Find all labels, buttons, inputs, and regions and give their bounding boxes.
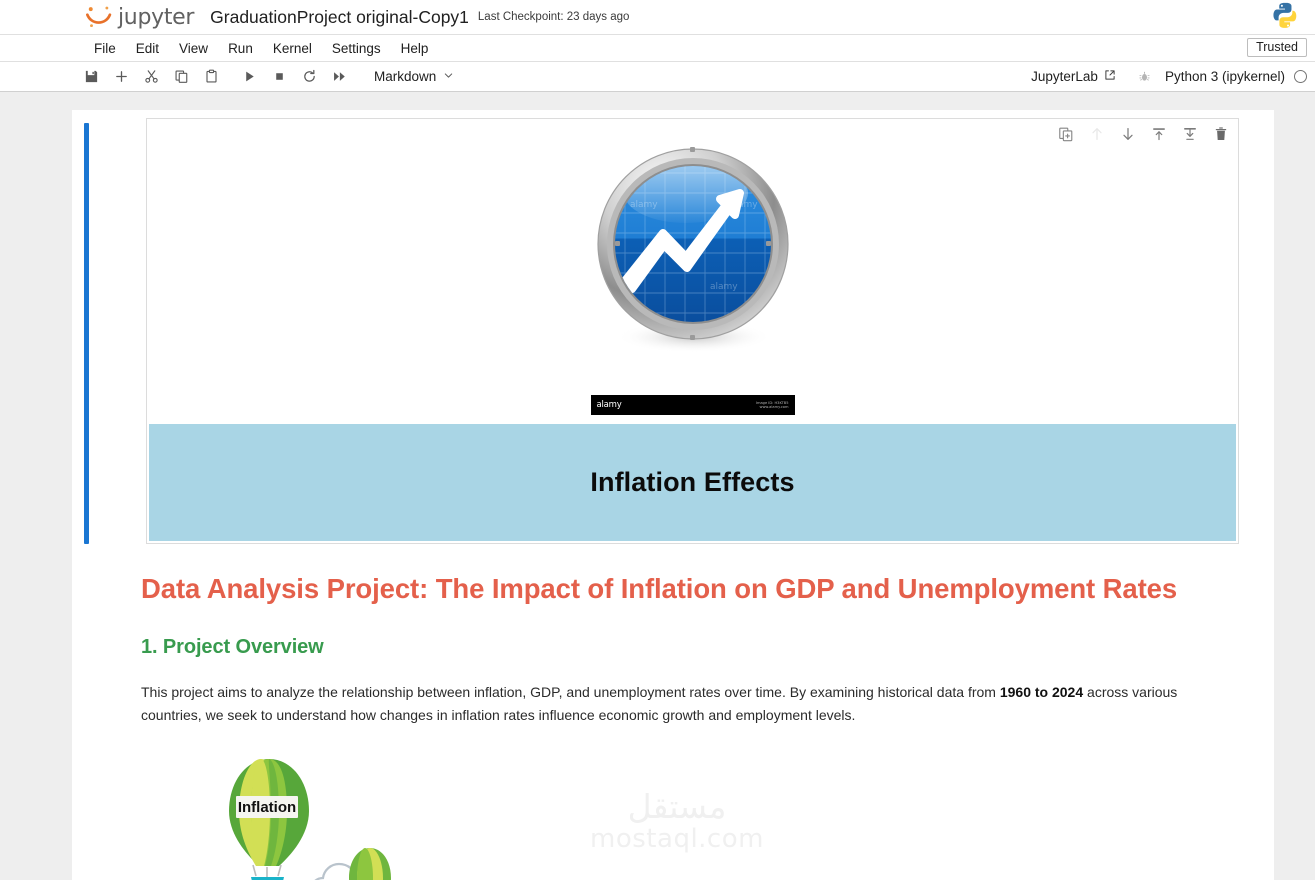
balloon-label: Inflation (238, 799, 296, 816)
kernel-idle-circle-icon[interactable] (1294, 70, 1307, 83)
paste-icon[interactable] (198, 65, 224, 89)
duplicate-cell-icon[interactable] (1056, 124, 1075, 143)
python-logo-icon (1271, 1, 1299, 34)
cut-icon[interactable] (138, 65, 164, 89)
notebook-toolbar: Markdown JupyterLab Python 3 (ipykernel) (0, 62, 1315, 92)
section-heading-project-overview: 1. Project Overview (141, 636, 324, 659)
cell-body[interactable]: alamy alamy alamy alamy Image ID: H3KTB5… (146, 118, 1239, 544)
stock-chart-arrow-icon: alamy alamy alamy (568, 137, 818, 392)
menu-item-help[interactable]: Help (391, 38, 439, 59)
menu-item-view[interactable]: View (169, 38, 218, 59)
cell-type-value: Markdown (374, 69, 437, 84)
menu-item-edit[interactable]: Edit (126, 38, 169, 59)
stop-icon[interactable] (266, 65, 292, 89)
notebook-title[interactable]: GraduationProject original-Copy1 (210, 7, 469, 28)
restart-run-all-icon[interactable] (326, 65, 352, 89)
menu-item-file[interactable]: File (84, 38, 126, 59)
page-title: Data Analysis Project: The Impact of Inf… (141, 573, 1178, 604)
copy-icon[interactable] (168, 65, 194, 89)
cell-type-select[interactable]: Markdown (368, 67, 460, 86)
insert-cell-below-icon[interactable] (1180, 124, 1199, 143)
alamy-logo-text: alamy (596, 400, 622, 410)
menu-item-kernel[interactable]: Kernel (263, 38, 322, 59)
external-link-icon (1104, 69, 1116, 84)
add-cell-icon[interactable] (108, 65, 134, 89)
move-cell-up-icon[interactable] (1087, 124, 1106, 143)
menu-item-run[interactable]: Run (218, 38, 263, 59)
menu-item-settings[interactable]: Settings (322, 38, 391, 59)
alamy-watermark-bar: alamy Image ID: H3KTB5 www.alamy.com (590, 395, 795, 415)
notebook-scroll-region[interactable]: alamy alamy alamy alamy Image ID: H3KTB5… (0, 92, 1315, 880)
restart-icon[interactable] (296, 65, 322, 89)
svg-text:alamy: alamy (630, 200, 658, 210)
save-icon[interactable] (78, 65, 104, 89)
cell-selection-bar (84, 123, 89, 544)
alamy-url-text: Image ID: H3KTB5 www.alamy.com (755, 400, 789, 409)
paragraph-bold-years: 1960 to 2024 (999, 684, 1084, 701)
balloon-envelope: Inflation (229, 758, 309, 880)
jupyter-logo-text: jupyter (118, 4, 195, 30)
menu-bar: File Edit View Run Kernel Settings Help … (0, 35, 1315, 62)
last-checkpoint-label: Last Checkpoint: 23 days ago (477, 11, 630, 23)
inflation-effects-banner-text: Inflation Effects (590, 467, 795, 497)
toolbar-right-group: JupyterLab Python 3 (ipykernel) (1027, 67, 1307, 86)
chevron-down-icon (443, 69, 454, 84)
jupyterlab-link[interactable]: JupyterLab (1027, 67, 1120, 86)
app-header: jupyter GraduationProject original-Copy1… (0, 0, 1315, 35)
cloud-with-small-balloon (314, 847, 391, 880)
delete-cell-icon[interactable] (1211, 124, 1230, 143)
paragraph-text-part1: This project aims to analyze the relatio… (141, 684, 1000, 701)
inflation-effects-banner: Inflation Effects (149, 424, 1236, 541)
insert-cell-above-icon[interactable] (1149, 124, 1168, 143)
notebook-cell-markdown-text[interactable]: Data Analysis Project: The Impact of Inf… (72, 572, 1274, 880)
inflation-balloon-image: Inflation (141, 751, 1239, 880)
jupyter-logo-icon (84, 2, 114, 32)
project-overview-paragraph: This project aims to analyze the relatio… (141, 681, 1181, 726)
jupyter-logo[interactable]: jupyter (84, 2, 194, 32)
markdown-image-block: alamy alamy alamy alamy Image ID: H3KTB5… (147, 129, 1238, 415)
run-icon[interactable] (236, 65, 262, 89)
trusted-badge[interactable]: Trusted (1247, 38, 1307, 57)
svg-text:alamy: alamy (710, 282, 738, 292)
bug-icon[interactable] (1138, 70, 1151, 83)
notebook-cell-markdown-selected[interactable]: alamy alamy alamy alamy Image ID: H3KTB5… (72, 118, 1274, 544)
kernel-name-label[interactable]: Python 3 (ipykernel) (1165, 69, 1285, 84)
jupyterlab-label: JupyterLab (1031, 69, 1098, 84)
move-cell-down-icon[interactable] (1118, 124, 1137, 143)
notebook-page: alamy alamy alamy alamy Image ID: H3KTB5… (72, 110, 1274, 880)
cell-toolbar (1056, 124, 1230, 143)
